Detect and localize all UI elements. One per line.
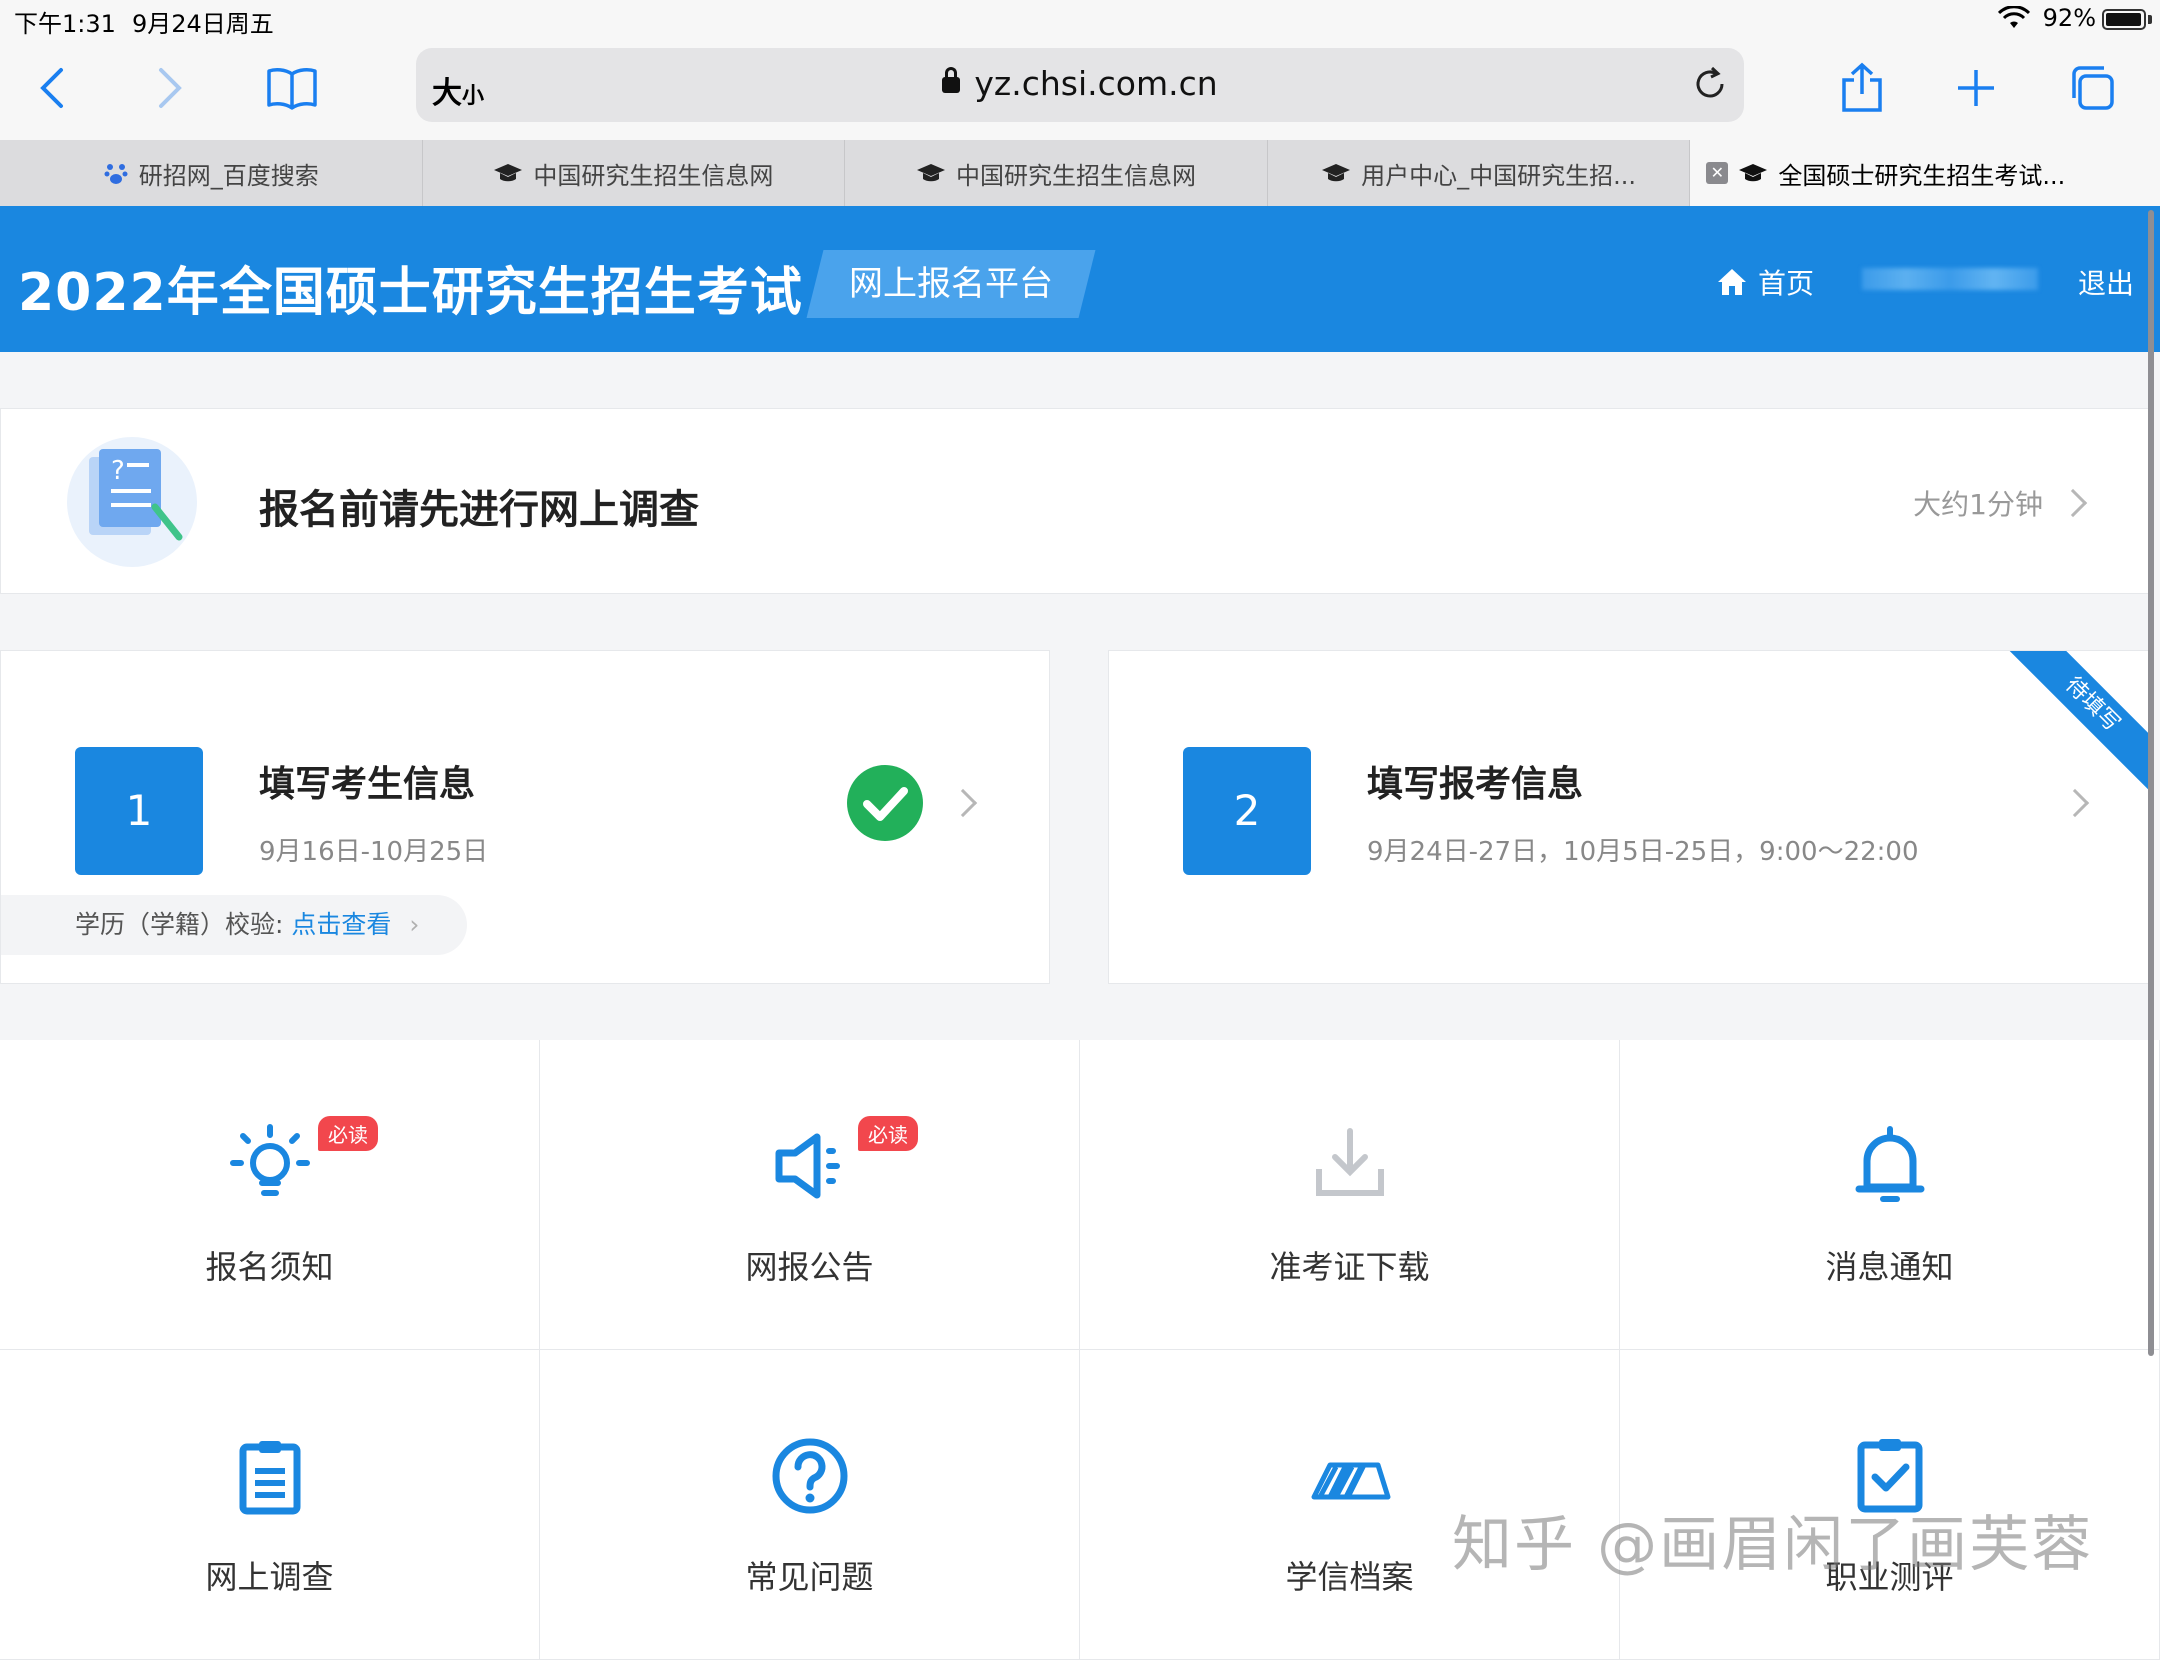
bookmarks-button[interactable]: [262, 58, 322, 118]
tab-title: 全国硕士研究生招生考试...: [1778, 161, 2066, 190]
menu-label: 网上调查: [205, 1558, 334, 1596]
survey-card[interactable]: ? 报名前请先进行网上调查 大约1分钟: [0, 408, 2150, 594]
menu-item-messages[interactable]: 消息通知: [1620, 1040, 2160, 1350]
share-icon: [1842, 62, 1882, 112]
home-link[interactable]: 首页: [1716, 262, 1814, 302]
lock-icon: [942, 67, 961, 93]
chevron-right-icon: [2058, 488, 2088, 518]
step-title: 填写报考信息: [1367, 764, 1584, 805]
status-date: 9月24日周五: [132, 10, 274, 38]
menu-item-admission-ticket[interactable]: 准考证下载: [1080, 1040, 1620, 1350]
step-dates: 9月16日-10月25日: [259, 837, 489, 867]
tab-user-center[interactable]: 用户中心_中国研究生招...: [1268, 140, 1691, 206]
book-icon: [267, 68, 317, 110]
platform-label: 网上报名平台: [806, 250, 1096, 318]
reload-icon[interactable]: [1690, 64, 1730, 104]
must-read-badge: 必读: [858, 1116, 918, 1151]
tab-yz-chsi-2[interactable]: 中国研究生招生信息网: [845, 140, 1268, 206]
mortarboard-icon: [1321, 163, 1351, 183]
baidu-icon: [103, 160, 129, 186]
tab-title: 用户中心_中国研究生招...: [1361, 161, 1637, 190]
watermark: 知乎 @画眉闲了画芙蓉: [1452, 1510, 2094, 1580]
site-header: 2022年全国硕士研究生招生考试 网上报名平台 首页 退出: [0, 206, 2160, 352]
menu-item-faq[interactable]: 常见问题: [540, 1350, 1080, 1660]
new-tab-button[interactable]: [1946, 58, 2006, 118]
step-dates: 9月24日-27日，10月5日-25日，9:00～22:00: [1367, 837, 1919, 867]
clipboard-icon: [220, 1426, 320, 1526]
verify-label: 学历（学籍）校验:: [75, 910, 284, 939]
menu-item-notice[interactable]: 必读 报名须知: [0, 1040, 540, 1350]
plus-icon: [1958, 70, 1994, 106]
mortarboard-icon: [1738, 163, 1768, 183]
battery-tip: [2148, 15, 2152, 24]
education-verify-bar: 学历（学籍）校验: 点击查看 ›: [1, 895, 467, 955]
download-icon: [1300, 1116, 1400, 1216]
tab-title: 中国研究生招生信息网: [533, 161, 774, 190]
survey-title: 报名前请先进行网上调查: [259, 487, 699, 533]
home-icon: [1718, 269, 1746, 295]
survey-duration: 大约1分钟: [1913, 488, 2043, 521]
tab-baidu-search[interactable]: 研招网_百度搜索: [0, 140, 423, 206]
check-circle-icon: [847, 765, 923, 841]
archive-icon: [1300, 1426, 1400, 1526]
pending-ribbon: 待填写: [1996, 651, 2149, 801]
battery-percent: 92%: [2042, 4, 2096, 32]
step-card-1[interactable]: 1 填写考生信息 9月16日-10月25日 学历（学籍）校验: 点击查看 ›: [0, 650, 1050, 984]
tabs-icon: [2072, 66, 2114, 110]
step-number: 2: [1183, 747, 1311, 875]
battery-icon: [2102, 9, 2146, 30]
logout-link[interactable]: 退出: [2078, 262, 2134, 302]
tab-active-exam[interactable]: ✕ 全国硕士研究生招生考试...: [1690, 140, 2160, 206]
tab-title: 研招网_百度搜索: [138, 161, 319, 190]
menu-label: 报名须知: [205, 1248, 334, 1286]
bell-icon: [1840, 1116, 1940, 1216]
chevron-left-icon: [40, 68, 63, 108]
menu-label: 网报公告: [745, 1248, 874, 1286]
mortarboard-icon: [916, 163, 946, 183]
forward-button[interactable]: [140, 58, 200, 118]
status-bar: 下午1:31 9月24日周五 92%: [0, 0, 2160, 40]
step-title: 填写考生信息: [259, 764, 476, 805]
close-tab-icon[interactable]: ✕: [1706, 162, 1729, 184]
step-number: 1: [75, 747, 203, 875]
share-button[interactable]: [1832, 58, 1892, 118]
chevron-right-icon: [159, 68, 182, 108]
menu-item-announcement[interactable]: 必读 网报公告: [540, 1040, 1080, 1350]
tab-bar: 研招网_百度搜索 中国研究生招生信息网 中国研究生招生信息网 用户中心_中国研究…: [0, 140, 2160, 206]
menu-label: 常见问题: [745, 1558, 874, 1596]
wifi-icon: [1998, 6, 2030, 28]
tab-yz-chsi-1[interactable]: 中国研究生招生信息网: [423, 140, 846, 206]
chevron-right-icon: [948, 788, 978, 818]
url-text: yz.chsi.com.cn: [416, 64, 1744, 103]
tabs-overview-button[interactable]: [2062, 58, 2122, 118]
survey-document-icon: ?: [67, 437, 197, 567]
tab-title: 中国研究生招生信息网: [955, 161, 1196, 190]
status-time: 下午1:31: [14, 10, 116, 38]
page-title: 2022年全国硕士研究生招生考试: [18, 263, 803, 323]
menu-item-survey[interactable]: 网上调查: [0, 1350, 540, 1660]
mortarboard-icon: [493, 163, 523, 183]
lightbulb-icon: [220, 1116, 320, 1216]
chevron-right-icon: [2060, 788, 2090, 818]
verify-link[interactable]: 点击查看: [291, 910, 391, 939]
menu-label: 准考证下载: [1269, 1248, 1430, 1286]
megaphone-icon: [760, 1116, 860, 1216]
username-redacted: [1862, 268, 2038, 290]
back-button[interactable]: [22, 58, 82, 118]
chevron-small-icon: ›: [409, 910, 420, 939]
address-bar[interactable]: 大小 yz.chsi.com.cn: [416, 48, 1744, 122]
step-card-2[interactable]: 2 填写报考信息 9月24日-27日，10月5日-25日，9:00～22:00 …: [1108, 650, 2150, 984]
scrollbar[interactable]: [2148, 210, 2154, 1356]
menu-label: 消息通知: [1825, 1248, 1954, 1286]
browser-toolbar: 大小 yz.chsi.com.cn: [0, 40, 2160, 140]
question-icon: [760, 1426, 860, 1526]
must-read-badge: 必读: [318, 1116, 378, 1151]
svg-text:?: ?: [111, 456, 125, 486]
